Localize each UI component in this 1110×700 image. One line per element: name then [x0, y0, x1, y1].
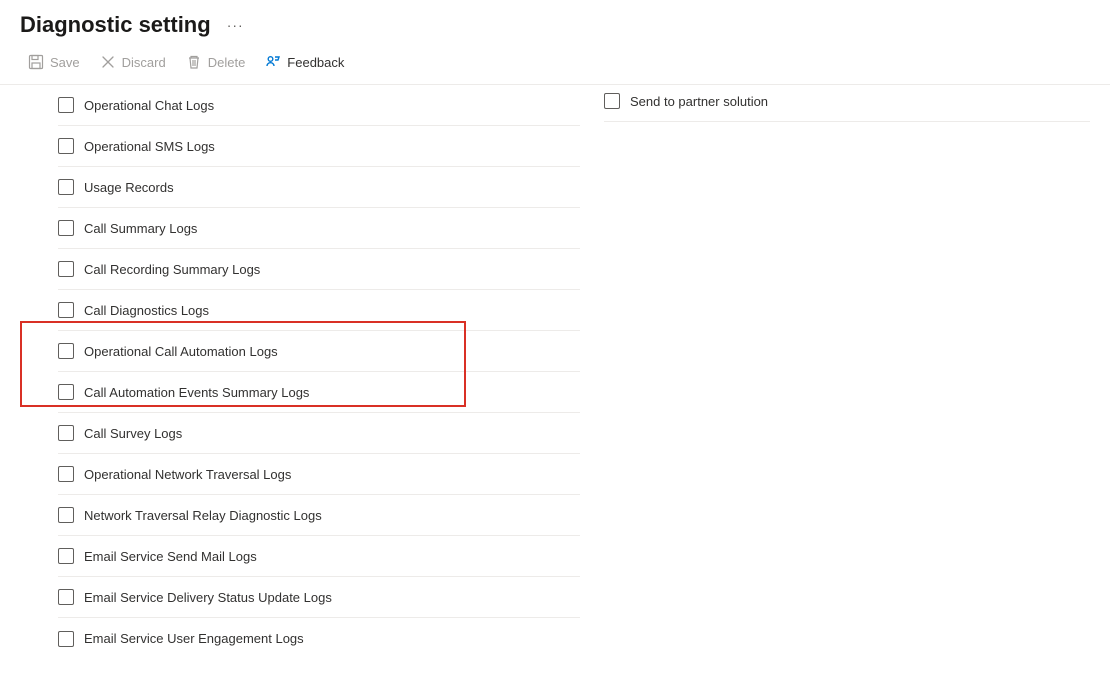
log-label: Call Diagnostics Logs [84, 303, 209, 318]
log-label: Email Service Send Mail Logs [84, 549, 257, 564]
checkbox[interactable] [58, 179, 74, 195]
trash-icon [186, 54, 202, 70]
save-icon [28, 54, 44, 70]
delete-button[interactable]: Delete [178, 50, 254, 74]
checkbox[interactable] [58, 384, 74, 400]
log-row-email-service-send-mail-logs: Email Service Send Mail Logs [58, 536, 580, 577]
checkbox[interactable] [58, 466, 74, 482]
feedback-icon [265, 54, 281, 70]
log-row-operational-chat-logs: Operational Chat Logs [58, 85, 580, 126]
discard-label: Discard [122, 55, 166, 70]
checkbox[interactable] [58, 302, 74, 318]
page-title: Diagnostic setting [20, 12, 211, 38]
log-label: Operational Chat Logs [84, 98, 214, 113]
delete-label: Delete [208, 55, 246, 70]
content-area: Operational Chat Logs Operational SMS Lo… [0, 85, 1110, 659]
log-label: Email Service User Engagement Logs [84, 631, 304, 646]
page-header: Diagnostic setting ··· [0, 0, 1110, 46]
log-row-network-traversal-relay-diagnostic-logs: Network Traversal Relay Diagnostic Logs [58, 495, 580, 536]
log-row-email-service-user-engagement-logs: Email Service User Engagement Logs [58, 618, 580, 659]
log-row-email-service-delivery-status-update-logs: Email Service Delivery Status Update Log… [58, 577, 580, 618]
dest-row-partner: Send to partner solution [604, 85, 1090, 122]
save-label: Save [50, 55, 80, 70]
log-label: Usage Records [84, 180, 174, 195]
log-row-usage-records: Usage Records [58, 167, 580, 208]
log-list: Operational Chat Logs Operational SMS Lo… [20, 85, 580, 659]
log-label: Email Service Delivery Status Update Log… [84, 590, 332, 605]
checkbox[interactable] [58, 425, 74, 441]
log-label: Operational Call Automation Logs [84, 344, 278, 359]
discard-icon [100, 54, 116, 70]
log-row-call-diagnostics-logs: Call Diagnostics Logs [58, 290, 580, 331]
log-label: Operational Network Traversal Logs [84, 467, 291, 482]
checkbox[interactable] [58, 220, 74, 236]
save-button[interactable]: Save [20, 50, 88, 74]
toolbar: Save Discard Delete Feedback [0, 46, 1110, 85]
destination-column: Send to partner solution [604, 85, 1090, 659]
checkbox[interactable] [58, 631, 74, 647]
log-row-call-automation-events-summary-logs: Call Automation Events Summary Logs [58, 372, 580, 413]
checkbox[interactable] [58, 507, 74, 523]
log-label: Call Automation Events Summary Logs [84, 385, 309, 400]
feedback-button[interactable]: Feedback [257, 50, 352, 74]
log-row-call-survey-logs: Call Survey Logs [58, 413, 580, 454]
logs-column: Operational Chat Logs Operational SMS Lo… [20, 85, 580, 659]
more-icon[interactable]: ··· [227, 18, 244, 32]
checkbox[interactable] [58, 261, 74, 277]
log-row-call-recording-summary-logs: Call Recording Summary Logs [58, 249, 580, 290]
log-label: Operational SMS Logs [84, 139, 215, 154]
discard-button[interactable]: Discard [92, 50, 174, 74]
checkbox[interactable] [58, 343, 74, 359]
dest-label: Send to partner solution [630, 94, 768, 109]
log-label: Network Traversal Relay Diagnostic Logs [84, 508, 322, 523]
log-label: Call Recording Summary Logs [84, 262, 260, 277]
feedback-label: Feedback [287, 55, 344, 70]
log-row-operational-call-automation-logs: Operational Call Automation Logs [58, 331, 580, 372]
log-row-operational-network-traversal-logs: Operational Network Traversal Logs [58, 454, 580, 495]
checkbox[interactable] [58, 138, 74, 154]
checkbox[interactable] [58, 548, 74, 564]
checkbox[interactable] [58, 97, 74, 113]
checkbox[interactable] [58, 589, 74, 605]
checkbox[interactable] [604, 93, 620, 109]
log-row-call-summary-logs: Call Summary Logs [58, 208, 580, 249]
log-label: Call Survey Logs [84, 426, 182, 441]
log-label: Call Summary Logs [84, 221, 197, 236]
log-row-operational-sms-logs: Operational SMS Logs [58, 126, 580, 167]
